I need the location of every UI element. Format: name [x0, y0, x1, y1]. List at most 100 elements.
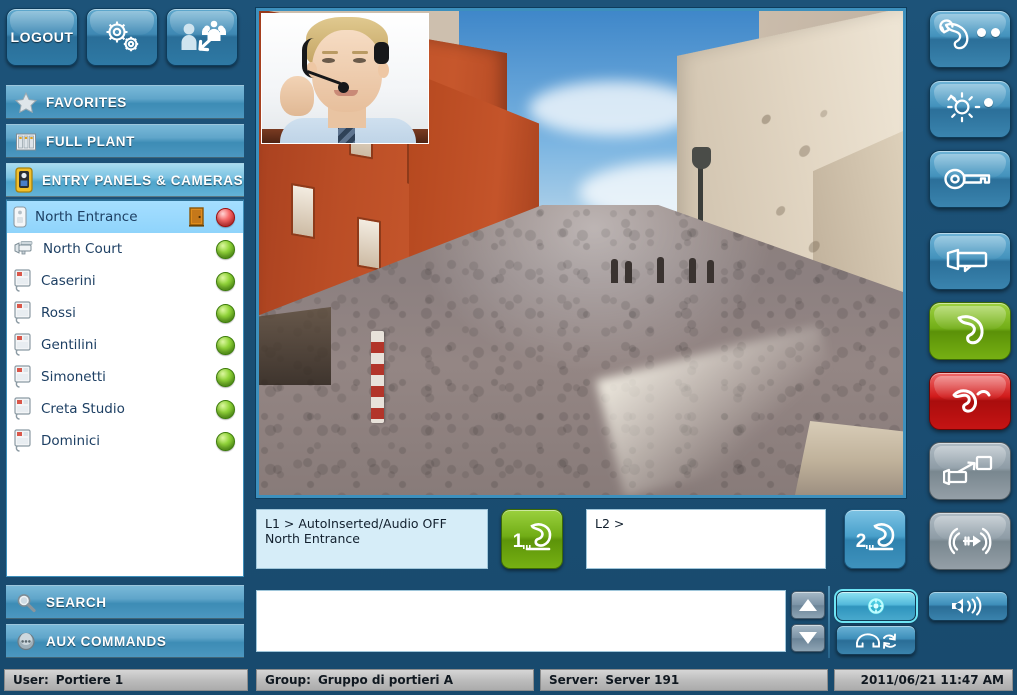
- intercom-icon: [14, 429, 31, 452]
- eye: [322, 58, 335, 63]
- status-group-key: Group:: [265, 673, 311, 687]
- status-led: [216, 335, 235, 355]
- event-message-list[interactable]: [256, 590, 786, 652]
- line1-call-button[interactable]: 1: [501, 509, 563, 569]
- application-window: LOGOUT FAVORITES FULL PLANT ENTRY PANELS…: [0, 0, 1017, 695]
- headset-earpad: [374, 42, 389, 64]
- list-item[interactable]: North Entrance: [7, 201, 243, 233]
- logout-button[interactable]: LOGOUT: [6, 8, 78, 66]
- volume-button[interactable]: [928, 591, 1008, 621]
- hangup-call-button[interactable]: [929, 372, 1011, 430]
- intercom-icon: [14, 301, 31, 324]
- badge-dots: [983, 97, 993, 107]
- handset-line1-icon: 1: [513, 523, 552, 552]
- line1-status-box: L1 > AutoInserted/Audio OFF North Entran…: [256, 509, 488, 569]
- list-item[interactable]: Creta Studio: [7, 393, 243, 425]
- sidebar: LOGOUT FAVORITES FULL PLANT ENTRY PANELS…: [0, 0, 250, 665]
- list-item[interactable]: Dominici: [7, 425, 243, 457]
- ear: [378, 62, 389, 78]
- status-group: Group: Gruppo di portieri A: [256, 669, 534, 691]
- camera-icon: [946, 248, 988, 273]
- camera-icon: [14, 241, 33, 255]
- door-release-icon: [867, 597, 885, 615]
- list-item-label: Rossi: [41, 305, 76, 321]
- sidebar-section-search[interactable]: SEARCH: [6, 585, 244, 619]
- status-user: User: Portiere 1: [4, 669, 248, 691]
- list-item[interactable]: Gentilini: [7, 329, 243, 361]
- status-server-value: Server 191: [605, 673, 680, 687]
- key-icon: [944, 168, 991, 190]
- headset-mic: [338, 82, 349, 93]
- status-server-key: Server:: [549, 673, 599, 687]
- line-status-bar: L1 > AutoInserted/Audio OFF North Entran…: [256, 509, 906, 573]
- handset-up-icon: [957, 315, 984, 345]
- speaker-icon: [952, 596, 982, 616]
- status-server: Server: Server 191: [540, 669, 828, 691]
- list-item[interactable]: Caserini: [7, 265, 243, 297]
- list-item-label: Gentilini: [41, 337, 98, 353]
- open-door-button[interactable]: [836, 591, 916, 621]
- status-datetime: 2011/06/21 11:47 AM: [834, 669, 1013, 691]
- sidebar-section-label: FULL PLANT: [46, 133, 135, 149]
- building-icon: [16, 133, 36, 150]
- sidebar-section-aux-commands[interactable]: AUX COMMANDS: [6, 624, 244, 658]
- triangle-down-icon: [799, 632, 817, 644]
- line2-status-box: L2 >: [586, 509, 826, 569]
- entry-panel-icon: [15, 167, 33, 193]
- video-panel[interactable]: [256, 8, 906, 498]
- line1-device-text: North Entrance: [265, 531, 360, 546]
- entry-panel-icon: [13, 206, 27, 228]
- light-control-button[interactable]: [929, 80, 1011, 138]
- status-led: [216, 399, 235, 419]
- list-item-label: Dominici: [41, 433, 101, 449]
- face: [312, 30, 382, 112]
- badge-dot: [983, 97, 993, 107]
- call-forward-button[interactable]: [929, 512, 1011, 570]
- sidebar-section-label: ENTRY PANELS & CAMERAS: [42, 172, 244, 188]
- list-item-label: North Entrance: [35, 209, 138, 225]
- list-item[interactable]: Simonetti: [7, 361, 243, 393]
- list-item-label: Simonetti: [41, 369, 106, 385]
- scroll-down-button[interactable]: [791, 624, 825, 652]
- operator-pip[interactable]: [261, 13, 429, 144]
- hand: [280, 76, 314, 116]
- striped-bollard: [371, 331, 384, 423]
- status-datetime-value: 2011/06/21 11:47 AM: [860, 673, 1004, 687]
- line1-number: 1: [513, 531, 524, 552]
- call-back-button[interactable]: [836, 625, 916, 655]
- camera-expand-icon: [943, 455, 993, 486]
- eyebrow: [352, 51, 368, 54]
- switch-user-button[interactable]: [166, 8, 238, 66]
- sidebar-section-favorites[interactable]: FAVORITES: [6, 85, 244, 119]
- statusbar: User: Portiere 1 Group: Gruppo di portie…: [0, 669, 1017, 693]
- pedestrian: [625, 261, 632, 283]
- sidebar-section-label: AUX COMMANDS: [46, 633, 167, 649]
- sidebar-section-entry-panels[interactable]: ENTRY PANELS & CAMERAS: [6, 163, 244, 197]
- light-icon: [946, 92, 980, 123]
- call-transfer-button[interactable]: [929, 10, 1011, 68]
- door-key-button[interactable]: [929, 150, 1011, 208]
- entry-device-list[interactable]: North Entrance North Court Caserini Ross…: [6, 199, 244, 577]
- sidebar-section-full-plant[interactable]: FULL PLANT: [6, 124, 244, 158]
- camera-expand-button[interactable]: [929, 442, 1011, 500]
- street-lamp-head: [692, 147, 711, 169]
- triangle-up-icon: [799, 599, 817, 611]
- camera-cycle-button[interactable]: [929, 232, 1011, 290]
- line2-call-button[interactable]: 2: [844, 509, 906, 569]
- pedestrian: [611, 259, 618, 283]
- list-item-label: North Court: [43, 241, 123, 257]
- list-item[interactable]: North Court: [7, 233, 243, 265]
- list-item-label: Creta Studio: [41, 401, 125, 417]
- answer-call-button[interactable]: [929, 302, 1011, 360]
- status-user-key: User:: [13, 673, 49, 687]
- badge-dot: [990, 27, 1000, 37]
- status-led: [216, 367, 235, 387]
- scroll-up-button[interactable]: [791, 591, 825, 619]
- settings-button[interactable]: [86, 8, 158, 66]
- call-forward-icon: [948, 527, 992, 555]
- pedestrian: [707, 260, 714, 283]
- star-icon: [15, 91, 37, 113]
- handset-line2-icon: 2: [856, 523, 895, 552]
- list-item[interactable]: Rossi: [7, 297, 243, 329]
- pedestrian: [657, 257, 664, 283]
